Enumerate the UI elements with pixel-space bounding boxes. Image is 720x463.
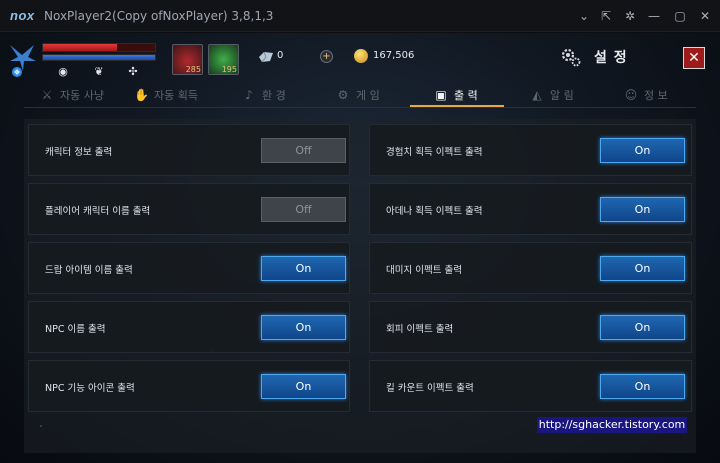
option-label: NPC 기능 아이콘 출력 — [45, 383, 135, 394]
option-row: 대미지 이펙트 출력 On — [369, 242, 692, 294]
settings-title: 설 정 — [594, 50, 628, 66]
tab-display[interactable]: ▣ 출 력 — [434, 83, 478, 107]
tab-label: 정 보 — [644, 89, 668, 102]
tab-notifications[interactable]: ◭ 알 림 — [530, 83, 574, 107]
tab-label: 환 경 — [262, 89, 286, 102]
option-toggle[interactable]: On — [261, 374, 346, 399]
tabs-divider — [24, 107, 696, 108]
pin-icon[interactable]: ⇱ — [596, 6, 616, 26]
display-options-panel: 캐릭터 정보 출력 Off 플레이어 캐릭터 이름 출력 Off 드랍 아이템 … — [24, 119, 696, 453]
option-row: 킬 카운트 이펙트 출력 On — [369, 360, 692, 412]
option-row: NPC 이름 출력 On — [28, 301, 350, 353]
tab-auto-hunt[interactable]: ⚔ 자동 사냥 — [40, 83, 104, 107]
option-row: 경험치 획득 이펙트 출력 On — [369, 124, 692, 176]
option-toggle[interactable]: On — [600, 138, 685, 163]
tab-label: 알 림 — [550, 89, 574, 102]
option-toggle[interactable]: On — [600, 315, 685, 340]
option-label: 아데나 획득 이펙트 출력 — [386, 206, 483, 217]
tab-label: 게 임 — [356, 89, 380, 102]
class-emblem-icon — [10, 45, 36, 77]
hp-bar — [42, 43, 156, 52]
gold-coin-icon — [354, 49, 368, 63]
megaphone-icon: ◭ — [532, 88, 542, 102]
claw-buff-icon: ✣ — [128, 65, 138, 78]
option-toggle[interactable]: On — [261, 315, 346, 340]
option-toggle[interactable]: On — [600, 374, 685, 399]
watermark-link: http://sghacker.tistory.com — [537, 417, 687, 433]
person-icon: ☺ — [624, 88, 638, 102]
sword-icon: ⚔ — [41, 88, 53, 102]
option-label: 킬 카운트 이펙트 출력 — [386, 383, 474, 394]
option-row: 플레이어 캐릭터 이름 출력 Off — [28, 183, 350, 235]
window-titlebar: nox NoxPlayer2(Copy ofNoxPlayer) 3,8,1,3… — [0, 0, 720, 32]
green-herb-count: 195 — [221, 65, 237, 74]
tab-auto-loot[interactable]: ✋ 자동 획득 — [134, 83, 198, 107]
wing-buff-icon: ❦ — [94, 65, 104, 78]
active-tab-underline — [410, 105, 504, 107]
close-settings-button[interactable]: ✕ — [683, 47, 705, 69]
helmet-buff-icon: ◉ — [58, 65, 68, 78]
option-toggle[interactable]: On — [600, 197, 685, 222]
gold-count: 167,506 — [373, 50, 415, 61]
tab-info[interactable]: ☺ 정 보 — [624, 83, 668, 107]
option-toggle[interactable]: On — [600, 256, 685, 281]
tab-label: 출 력 — [454, 89, 478, 102]
option-label: 회피 이펙트 출력 — [386, 324, 454, 335]
red-potion-count: 285 — [185, 65, 201, 74]
crystal-icon — [259, 51, 273, 63]
settings-header: 설 정 — [560, 46, 628, 68]
red-potion-slot[interactable]: 285 — [172, 44, 203, 75]
settings-tabs: ⚔ 자동 사냥 ✋ 자동 획득 ♪ 환 경 ⚙ 게 임 ▣ 출 력 ◭ 알 림 … — [24, 83, 696, 108]
option-toggle[interactable]: Off — [261, 138, 346, 163]
option-label: 대미지 이펙트 출력 — [386, 265, 462, 276]
add-currency-button[interactable]: + — [320, 50, 333, 63]
mp-bar — [42, 54, 156, 61]
close-icon[interactable]: ✕ — [695, 6, 715, 26]
option-label: 경험치 획득 이펙트 출력 — [386, 147, 483, 158]
gear-icon: ⚙ — [337, 88, 349, 102]
window-title: NoxPlayer2(Copy ofNoxPlayer) 3,8,1,3 — [44, 9, 274, 23]
crystal-count: 0 — [277, 50, 284, 61]
game-screen: ◉ ❦ ✣ 285 195 0 + 167,506 설 정 ✕ ⚔ 자동 사냥 … — [0, 33, 720, 463]
music-note-icon: ♪ — [245, 88, 253, 102]
tab-label: 자동 획득 — [154, 89, 198, 102]
option-label: 드랍 아이템 이름 출력 — [45, 265, 133, 276]
option-toggle[interactable]: On — [261, 256, 346, 281]
option-label: NPC 이름 출력 — [45, 324, 106, 335]
settings-gear-icon — [561, 48, 581, 67]
minimize-icon[interactable]: — — [644, 6, 664, 26]
option-row: 회피 이펙트 출력 On — [369, 301, 692, 353]
bag-icon: ✋ — [134, 88, 149, 102]
nox-logo: nox — [10, 8, 35, 23]
option-row: 드랍 아이템 이름 출력 On — [28, 242, 350, 294]
hp-fill — [43, 44, 117, 51]
option-toggle[interactable]: Off — [261, 197, 346, 222]
box-icon: ▣ — [435, 88, 447, 102]
option-label: 플레이어 캐릭터 이름 출력 — [45, 206, 151, 217]
chevron-down-icon[interactable]: ⌄ — [574, 6, 594, 26]
hud: ◉ ❦ ✣ 285 195 0 + 167,506 설 정 ✕ — [0, 33, 720, 83]
option-label: 캐릭터 정보 출력 — [45, 147, 113, 158]
gear-icon[interactable]: ✲ — [620, 6, 640, 26]
mp-fill — [43, 55, 155, 60]
green-herb-slot[interactable]: 195 — [208, 44, 239, 75]
maximize-icon[interactable]: ▢ — [670, 6, 690, 26]
option-row: 아데나 획득 이펙트 출력 On — [369, 183, 692, 235]
tab-environment[interactable]: ♪ 환 경 — [242, 83, 286, 107]
option-row: 캐릭터 정보 출력 Off — [28, 124, 350, 176]
tab-label: 자동 사냥 — [60, 89, 104, 102]
tab-game[interactable]: ⚙ 게 임 — [336, 83, 380, 107]
option-row: NPC 기능 아이콘 출력 On — [28, 360, 350, 412]
